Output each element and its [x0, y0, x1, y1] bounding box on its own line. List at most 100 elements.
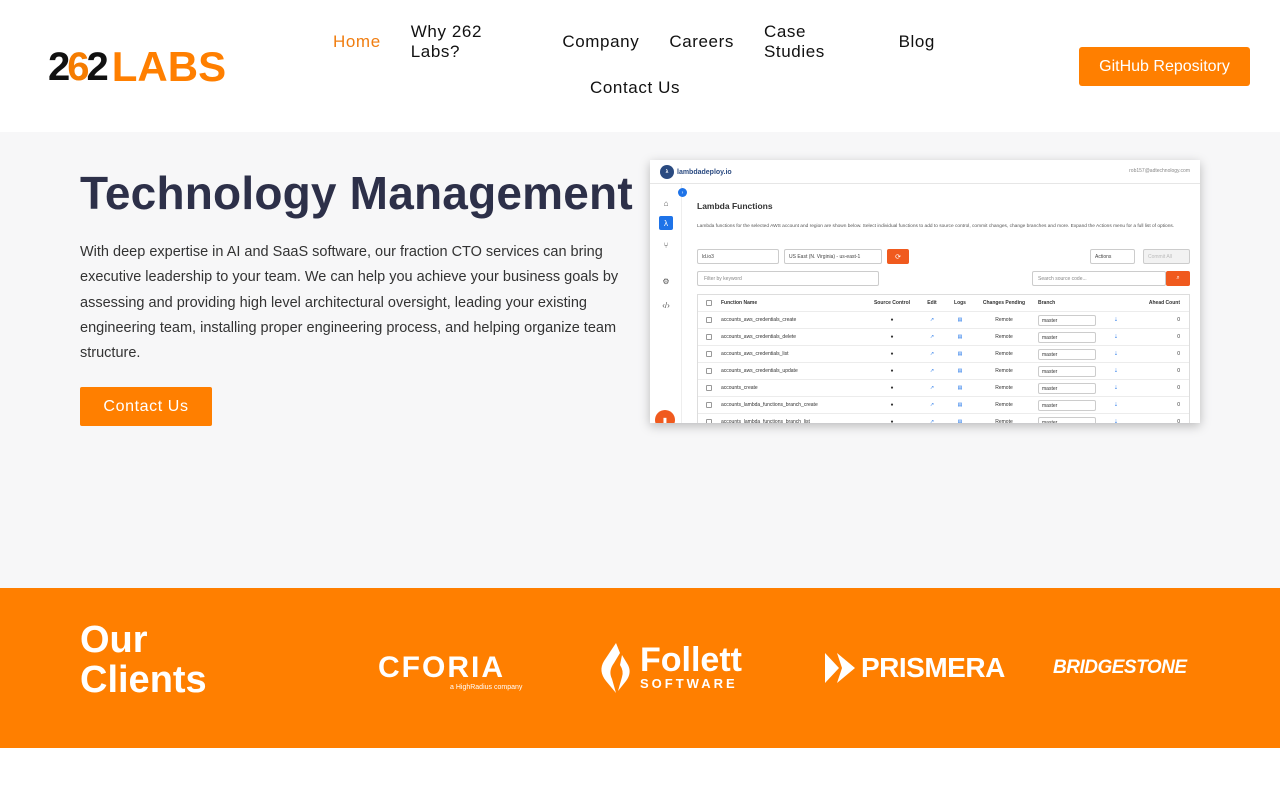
home-icon: ⌂: [663, 198, 669, 208]
github-icon: ●: [890, 317, 894, 323]
account-select: ld.io3: [697, 249, 779, 264]
ahead-count: 0: [1177, 334, 1180, 340]
pull-icon: ⇣: [1113, 402, 1119, 408]
logs-icon: ▤: [957, 334, 963, 340]
nav-blog[interactable]: Blog: [884, 32, 950, 52]
table-header: Function Name Source Control Edit Logs C…: [698, 295, 1189, 312]
prismera-wordmark: PRISMERA: [861, 652, 1005, 683]
changes-pending: Remote: [995, 402, 1013, 408]
settings-icon: ⚙: [662, 276, 670, 286]
github-icon: ●: [890, 385, 894, 391]
filter-input: Filter by keyword: [697, 271, 879, 286]
edit-icon: ↗: [929, 317, 935, 323]
changes-pending: Remote: [995, 351, 1013, 357]
row-checkbox: [706, 385, 712, 391]
col-logs: Logs: [954, 300, 966, 306]
table-row: accounts_create ● ↗ ▤ Remote master ⇣ 0: [698, 380, 1189, 397]
nav-contact-us[interactable]: Contact Us: [575, 78, 695, 98]
screenshot-logo: λ lambdadeploy.io: [660, 165, 732, 179]
screenshot-app-name: lambdadeploy.io: [677, 168, 732, 176]
row-checkbox: [706, 317, 712, 323]
github-icon: ●: [890, 351, 894, 357]
screenshot-topbar: λ lambdadeploy.io rob157@adtechnology.co…: [650, 160, 1200, 184]
screenshot-page-title: Lambda Functions: [697, 201, 773, 211]
github-icon: ●: [890, 368, 894, 374]
logs-icon: ▤: [957, 317, 963, 323]
edit-icon: ↗: [929, 385, 935, 391]
clients-title-line2: Clients: [80, 659, 207, 701]
nav-home[interactable]: Home: [318, 32, 396, 52]
github-icon: ●: [890, 419, 894, 423]
col-ahead-count: Ahead Count: [1148, 300, 1180, 306]
col-edit: Edit: [927, 300, 937, 306]
table-row: accounts_aws_credentials_update ● ↗ ▤ Remote…: [698, 363, 1189, 380]
branch-select: master: [1038, 365, 1096, 377]
table-row: accounts_lambda_functions_branch_list ● ↗ ▤…: [698, 414, 1189, 423]
client-logo-prismera: PRISMERA: [825, 588, 1005, 748]
function-name: accounts_aws_credentials_delete: [721, 334, 797, 340]
pull-icon: ⇣: [1113, 334, 1119, 340]
search-icon: ⌕: [1166, 271, 1190, 286]
book-icon: ▮: [655, 410, 675, 423]
clients-title-line1: Our: [80, 619, 148, 661]
lambda-icon: λ: [659, 216, 673, 230]
ahead-count: 0: [1177, 385, 1180, 391]
edit-icon: ↗: [929, 402, 935, 408]
screenshot-sidebar: › ⌂ λ ⑂ ⚙ ‹/› ▮: [650, 184, 687, 423]
site-header: 262 LABS Home Why 262 Labs? Company Care…: [0, 0, 1280, 132]
follett-wordmark: Follett: [640, 641, 742, 679]
prismera-arrow-icon: [825, 653, 855, 683]
cforia-subtitle: a HighRadius company: [450, 684, 523, 691]
edit-icon: ↗: [929, 334, 935, 340]
row-checkbox: [706, 334, 712, 340]
pull-icon: ⇣: [1113, 351, 1119, 357]
edit-icon: ↗: [929, 368, 935, 374]
changes-pending: Remote: [995, 368, 1013, 374]
nav-case-studies[interactable]: Case Studies: [749, 22, 884, 62]
branch-select: master: [1038, 348, 1096, 360]
function-name: accounts_aws_credentials_list: [721, 351, 789, 357]
changes-pending: Remote: [995, 385, 1013, 391]
nav-careers[interactable]: Careers: [654, 32, 749, 52]
table-row: accounts_lambda_functions_branch_create ●…: [698, 397, 1189, 414]
col-changes-pending: Changes Pending: [982, 300, 1026, 306]
logo[interactable]: 262 LABS: [48, 45, 226, 89]
select-all-checkbox: [706, 300, 712, 306]
branch-select: master: [1038, 399, 1096, 411]
changes-pending: Remote: [995, 334, 1013, 340]
commit-all-button: Commit All: [1143, 249, 1190, 264]
functions-table: Function Name Source Control Edit Logs C…: [697, 294, 1190, 423]
pull-icon: ⇣: [1113, 368, 1119, 374]
table-row: accounts_aws_credentials_delete ● ↗ ▤ Remote…: [698, 329, 1189, 346]
expand-icon: ›: [678, 188, 687, 197]
nav-why-262-labs[interactable]: Why 262 Labs?: [396, 22, 548, 62]
col-branch: Branch: [1038, 300, 1056, 306]
follett-mark-icon: [601, 643, 630, 693]
row-checkbox: [706, 368, 712, 374]
github-repository-button[interactable]: GitHub Repository: [1079, 47, 1250, 86]
logs-icon: ▤: [957, 402, 963, 408]
row-checkbox: [706, 351, 712, 357]
nav-row-primary: Home Why 262 Labs? Company Careers Case …: [318, 22, 950, 62]
github-icon: ●: [890, 334, 894, 340]
function-name: accounts_lambda_functions_branch_create: [721, 402, 818, 408]
pull-icon: ⇣: [1113, 385, 1119, 391]
col-source-control: Source Control: [873, 300, 911, 306]
logo-number: 262: [48, 45, 109, 89]
hero-contact-button[interactable]: Contact Us: [80, 387, 212, 426]
nav-company[interactable]: Company: [547, 32, 654, 52]
branch-select: master: [1038, 331, 1096, 343]
code-icon: ‹/›: [662, 300, 670, 310]
nav-row-secondary: Contact Us: [575, 68, 695, 108]
bridgestone-wordmark: BRIDGESTONE: [1053, 657, 1187, 678]
refresh-icon: ⟳: [887, 249, 909, 264]
pull-icon: ⇣: [1113, 317, 1119, 323]
hero-section: Technology Management With deep expertis…: [0, 132, 1280, 588]
logs-icon: ▤: [957, 351, 963, 357]
actions-select: Actions: [1090, 249, 1135, 264]
function-name: accounts_create: [721, 385, 758, 391]
client-logo-bridgestone: BRIDGESTONE: [1053, 588, 1187, 748]
client-logo-follett: Follett SOFTWARE: [598, 588, 742, 748]
col-function-name: Function Name: [721, 300, 758, 306]
client-logo-cforia: CFORIA a HighRadius company: [378, 588, 522, 748]
